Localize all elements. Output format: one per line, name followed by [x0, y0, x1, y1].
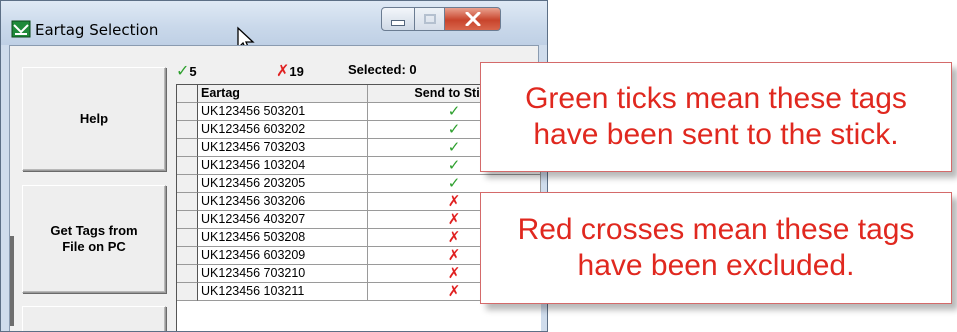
tick-icon: ✓: [447, 175, 461, 192]
close-icon: [465, 12, 480, 26]
column-header-eartag[interactable]: Eartag: [198, 85, 368, 103]
eartag-cell[interactable]: UK123456 603209: [198, 247, 368, 265]
header-indicator: [177, 85, 198, 103]
eartag-cell[interactable]: UK123456 503208: [198, 229, 368, 247]
callout-line: Green ticks mean these tags: [525, 82, 907, 115]
minimize-button[interactable]: [381, 7, 415, 31]
row-indicator[interactable]: [177, 139, 198, 157]
window-controls: [381, 7, 501, 31]
callout-green-ticks: Green ticks mean these tags have been se…: [480, 62, 952, 172]
cross-icon: ✗: [447, 247, 461, 264]
callout-red-crosses: Red crosses mean these tags have been ex…: [480, 192, 952, 304]
sidebar-button-3[interactable]: [22, 306, 166, 331]
table-row[interactable]: UK123456 203205 ✓: [177, 175, 541, 193]
eartag-cell[interactable]: UK123456 703210: [198, 265, 368, 283]
tick-icon: ✓: [447, 157, 461, 174]
maximize-button[interactable]: [415, 7, 445, 31]
title-bar[interactable]: Eartag Selection: [1, 1, 547, 53]
get-tags-from-file-button[interactable]: Get Tags from File on PC: [22, 185, 166, 293]
callout-line: have been excluded.: [577, 249, 855, 282]
callout-line: Red crosses mean these tags: [517, 213, 915, 246]
sent-count: ✓5: [176, 61, 216, 81]
selected-count: Selected: 0: [348, 62, 417, 77]
row-indicator[interactable]: [177, 157, 198, 175]
excluded-count-value: 19: [289, 64, 304, 79]
tick-icon: ✓: [447, 139, 461, 156]
tick-icon: ✓: [447, 103, 461, 120]
sent-count-value: 5: [189, 64, 197, 79]
row-indicator[interactable]: [177, 121, 198, 139]
row-indicator[interactable]: [177, 283, 198, 301]
row-indicator[interactable]: [177, 247, 198, 265]
close-button[interactable]: [445, 7, 501, 31]
send-to-stick-cell[interactable]: ✓: [368, 175, 541, 193]
tick-icon: ✓: [176, 63, 190, 80]
app-icon: [11, 20, 31, 38]
excluded-count: ✗19: [276, 61, 336, 81]
row-indicator[interactable]: [177, 103, 198, 121]
tick-icon: ✓: [447, 121, 461, 138]
callout-line: have been sent to the stick.: [533, 118, 899, 151]
row-indicator[interactable]: [177, 175, 198, 193]
eartag-cell[interactable]: UK123456 703203: [198, 139, 368, 157]
eartag-cell[interactable]: UK123456 603202: [198, 121, 368, 139]
row-indicator[interactable]: [177, 211, 198, 229]
row-indicator[interactable]: [177, 229, 198, 247]
window-title: Eartag Selection: [35, 21, 159, 39]
client-area: Help Get Tags from File on PC ✓5 ✗19 Sel…: [9, 45, 541, 331]
eartag-cell[interactable]: UK123456 503201: [198, 103, 368, 121]
row-indicator[interactable]: [177, 193, 198, 211]
cross-icon: ✗: [447, 265, 461, 282]
left-edge-bar: [10, 236, 14, 326]
eartag-cell[interactable]: UK123456 303206: [198, 193, 368, 211]
eartag-cell[interactable]: UK123456 103204: [198, 157, 368, 175]
row-indicator[interactable]: [177, 265, 198, 283]
eartag-cell[interactable]: UK123456 203205: [198, 175, 368, 193]
minimize-icon: [391, 20, 405, 26]
eartag-cell[interactable]: UK123456 103211: [198, 283, 368, 301]
cross-icon: ✗: [447, 211, 461, 228]
cross-icon: ✗: [447, 193, 461, 210]
help-button[interactable]: Help: [22, 67, 166, 171]
cross-icon: ✗: [447, 283, 461, 300]
maximize-icon: [423, 14, 436, 24]
eartag-selection-window: Eartag Selection Help Get Tags from File…: [0, 0, 548, 332]
cross-icon: ✗: [276, 63, 290, 80]
eartag-cell[interactable]: UK123456 403207: [198, 211, 368, 229]
cross-icon: ✗: [447, 229, 461, 246]
